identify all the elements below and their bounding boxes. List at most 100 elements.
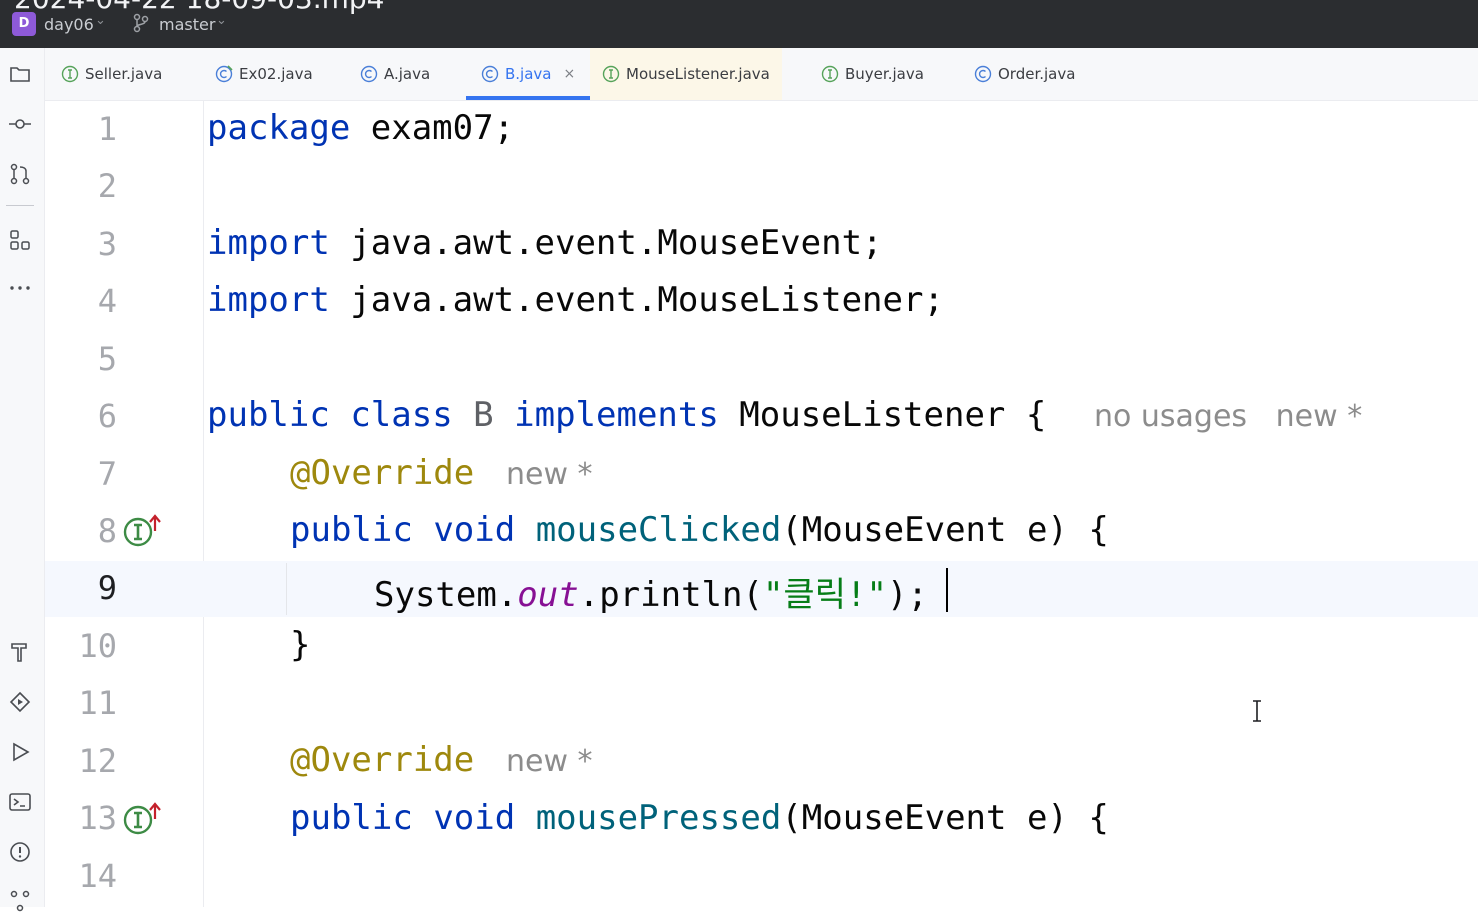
project-badge[interactable]: D — [12, 12, 36, 36]
window-title: 2024-04-22 18-09-03.mp4 — [14, 0, 384, 15]
class-icon — [974, 65, 992, 83]
build-hammer-icon[interactable] — [8, 640, 32, 664]
keyword: package — [207, 108, 351, 148]
mouse-ibeam-cursor-icon — [1253, 700, 1261, 722]
keyword: public — [290, 798, 413, 838]
code-line-12[interactable]: @Override — [290, 740, 474, 780]
problems-icon[interactable] — [8, 840, 32, 864]
code-line-7[interactable]: @Override — [290, 453, 474, 493]
tab-order-java[interactable]: Order.java — [974, 48, 1075, 100]
more-icon[interactable] — [8, 276, 32, 300]
tab-label: MouseListener.java — [626, 65, 770, 83]
line-number: 1 — [97, 110, 117, 148]
tab-label: Ex02.java — [239, 65, 313, 83]
line-number: 13 — [78, 799, 117, 837]
code-text: (MouseEvent e) { — [781, 798, 1109, 838]
git-icon[interactable] — [8, 888, 32, 912]
keyword: class — [350, 395, 453, 435]
tab-b-java[interactable]: B.java × — [466, 48, 591, 100]
code-text: (MouseEvent e) { — [781, 510, 1109, 550]
tab-label: Order.java — [998, 65, 1076, 83]
tab-seller-java[interactable]: Seller.java — [61, 48, 162, 100]
current-line-number: 9 — [97, 569, 117, 607]
line-number: 5 — [97, 340, 117, 378]
tab-a-java[interactable]: A.java — [360, 48, 430, 100]
field-name: out — [517, 575, 579, 615]
inlay-hint-new[interactable]: new * — [506, 457, 593, 492]
chevron-down-icon[interactable]: ⌄ — [95, 13, 106, 28]
code-editor[interactable] — [204, 101, 1478, 907]
code-text: .println( — [578, 575, 763, 615]
code-text: ); — [886, 575, 928, 615]
code-line-3[interactable]: import java.awt.event.MouseEvent; — [207, 223, 883, 263]
code-line-8[interactable]: public void mouseClicked(MouseEvent e) { — [290, 510, 1109, 550]
keyword: import — [207, 280, 330, 320]
tab-label: Buyer.java — [845, 65, 924, 83]
code-line-10[interactable]: } — [290, 625, 310, 665]
line-number: 8 — [97, 512, 117, 550]
code-text: exam07; — [350, 108, 515, 148]
code-line-4[interactable]: import java.awt.event.MouseListener; — [207, 280, 944, 320]
code-text: java.awt.event.MouseListener; — [329, 280, 944, 320]
line-number: 2 — [97, 167, 117, 205]
keyword: public — [290, 510, 413, 550]
class-name: B — [473, 395, 494, 435]
interface-icon — [602, 65, 620, 83]
tab-label: B.java — [505, 65, 552, 83]
tab-ex02-java[interactable]: Ex02.java — [215, 48, 313, 100]
implements-method-icon[interactable] — [122, 513, 162, 549]
code-text: } — [290, 625, 311, 665]
string-literal: "클릭!" — [762, 575, 887, 615]
close-icon[interactable]: × — [564, 66, 576, 82]
keyword: void — [433, 798, 516, 838]
keyword: implements — [514, 395, 719, 435]
line-number: 4 — [97, 282, 117, 320]
line-number: 12 — [78, 742, 117, 780]
chevron-down-icon[interactable]: ⌄ — [216, 13, 227, 28]
line-number: 7 — [97, 455, 117, 493]
title-bar: 2024-04-22 18-09-03.mp4 D day06 ⌄ master… — [0, 0, 1478, 48]
inlay-hint-usages[interactable]: no usages new * — [1094, 399, 1362, 434]
line-number-gutter[interactable] — [45, 101, 204, 907]
commit-icon[interactable] — [8, 112, 32, 136]
keyword: public — [207, 395, 330, 435]
line-number: 11 — [78, 684, 117, 722]
indent-guide — [286, 563, 287, 615]
tab-label: Seller.java — [85, 65, 163, 83]
code-text: java.awt.event.MouseEvent; — [329, 223, 883, 263]
annotation: @Override — [290, 453, 475, 493]
class-main-icon — [215, 65, 233, 83]
text-caret — [946, 568, 948, 612]
method-name: mousePressed — [535, 798, 782, 838]
code-line-13[interactable]: public void mousePressed(MouseEvent e) { — [290, 798, 1109, 838]
code-line-1[interactable]: package exam07; — [207, 108, 514, 148]
line-number: 6 — [97, 397, 117, 435]
run-icon[interactable] — [8, 740, 32, 764]
pull-request-icon[interactable] — [8, 162, 32, 186]
editor-tab-bar: Seller.java Ex02.java A.java B.java × Mo… — [45, 48, 1478, 101]
terminal-icon[interactable] — [8, 790, 32, 814]
structure-icon[interactable] — [8, 228, 32, 252]
implements-method-icon[interactable] — [122, 801, 162, 837]
keyword: import — [207, 223, 330, 263]
tab-mouselistener-java[interactable]: MouseListener.java — [590, 48, 782, 100]
project-folder-icon[interactable] — [8, 62, 32, 86]
class-icon — [360, 65, 378, 83]
interface-icon — [61, 65, 79, 83]
code-line-9[interactable]: System.out.println("클릭!"); — [374, 567, 928, 616]
tab-label: A.java — [384, 65, 431, 83]
tool-window-sidebar — [0, 48, 45, 912]
interface-icon — [821, 65, 839, 83]
services-icon[interactable] — [8, 690, 32, 714]
project-name[interactable]: day06 — [44, 15, 94, 34]
inlay-hint-new[interactable]: new * — [506, 744, 593, 779]
branch-name[interactable]: master — [159, 15, 215, 34]
keyword: void — [433, 510, 516, 550]
tab-buyer-java[interactable]: Buyer.java — [821, 48, 924, 100]
annotation: @Override — [290, 740, 475, 780]
code-line-6[interactable]: public class B implements MouseListener … — [207, 395, 1046, 435]
method-name: mouseClicked — [535, 510, 782, 550]
sidebar-divider — [6, 205, 34, 206]
code-text: MouseListener { — [718, 395, 1047, 435]
line-number: 3 — [97, 225, 117, 263]
